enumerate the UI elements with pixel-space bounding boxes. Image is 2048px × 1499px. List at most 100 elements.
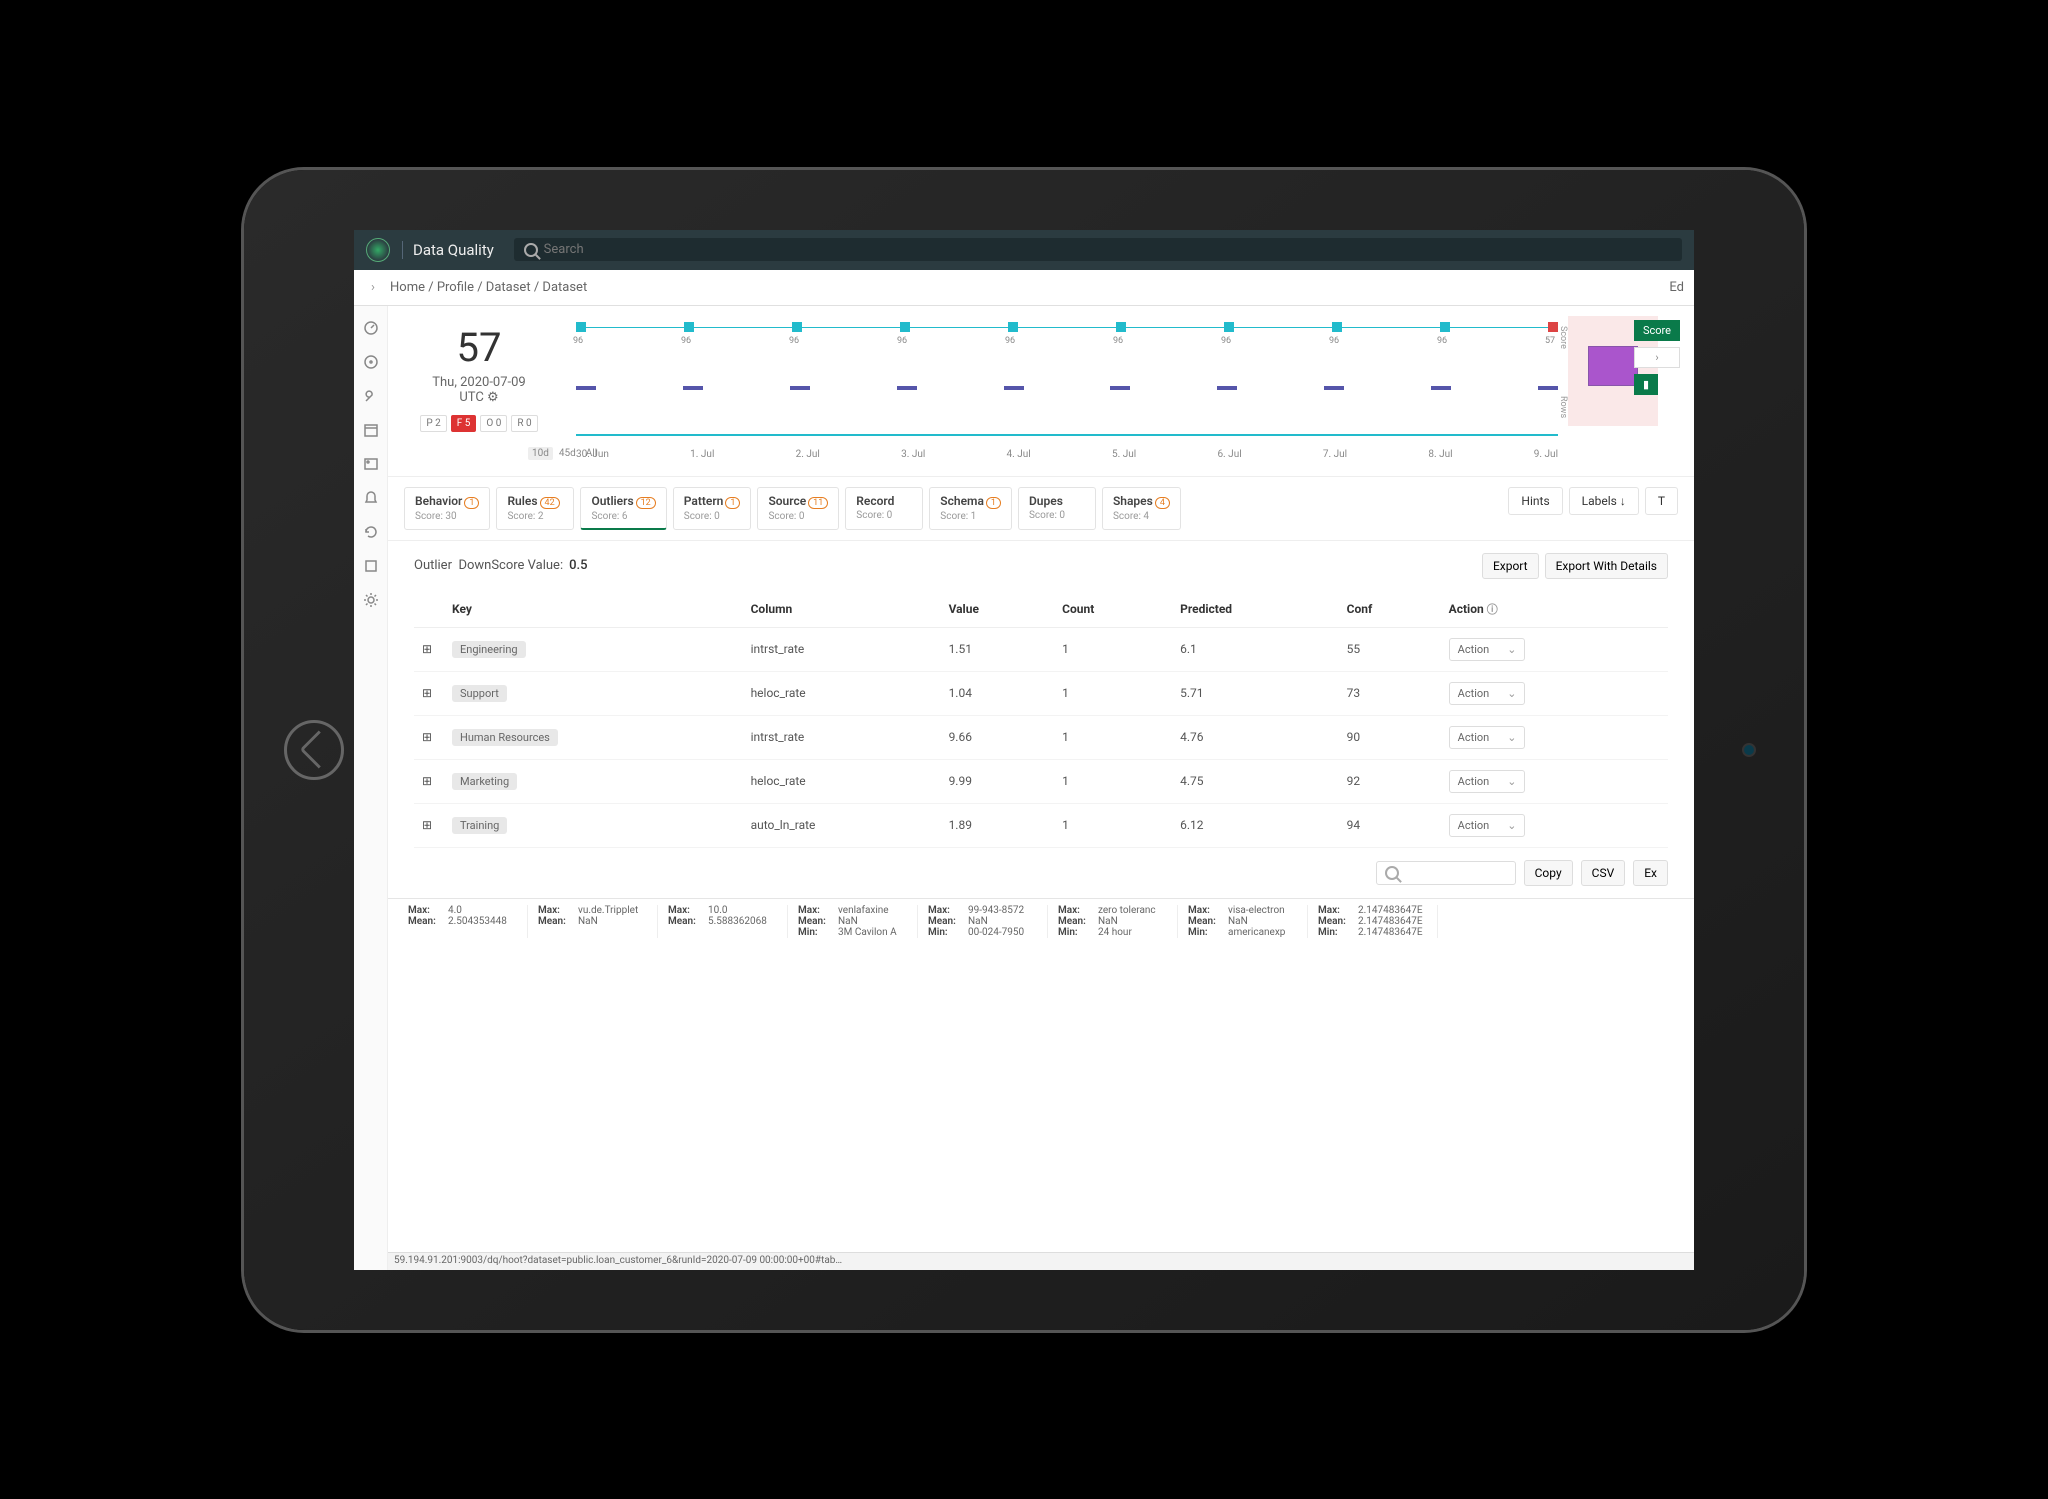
tab-behavior[interactable]: Behavior1 Score: 30 <box>404 487 490 530</box>
metric-tabs: Behavior1 Score: 30 Rules42 Score: 2 Out… <box>388 477 1694 541</box>
filter-p[interactable]: P 2 <box>420 415 446 432</box>
edit-button[interactable]: Ed <box>1669 280 1684 295</box>
score-value: 57 <box>408 324 550 371</box>
app-logo-icon <box>366 238 390 262</box>
col-column[interactable]: Column <box>743 591 941 628</box>
tablet-camera <box>1742 743 1756 757</box>
filter-f[interactable]: F 5 <box>451 415 477 432</box>
row-expand-icon[interactable]: ⊞ <box>414 671 444 715</box>
tab-outliers[interactable]: Outliers12 Score: 6 <box>580 487 666 530</box>
stat-column: Max:99-943-8572Mean:NaNMin:00-024-7950 <box>918 905 1048 938</box>
filter-o[interactable]: O 0 <box>480 415 507 432</box>
chart-x-tick: 9. Jul <box>1534 449 1558 460</box>
action-select[interactable]: Action <box>1449 814 1526 837</box>
nav-dashboard-icon[interactable] <box>363 320 379 336</box>
nav-wrench-icon[interactable] <box>363 388 379 404</box>
export-details-button[interactable]: Export With Details <box>1545 553 1668 579</box>
legend-score[interactable]: Score <box>1634 320 1680 341</box>
row-expand-icon[interactable]: ⊞ <box>414 759 444 803</box>
chart-point[interactable]: 96 <box>1440 322 1450 332</box>
chart-bar <box>897 386 917 390</box>
tab-rules[interactable]: Rules42 Score: 2 <box>496 487 574 530</box>
nav-calendar-icon[interactable] <box>363 422 379 438</box>
copy-button[interactable]: Copy <box>1524 860 1573 886</box>
score-filter-buttons: P 2 F 5 O 0 R 0 <box>408 415 550 432</box>
chart-x-tick: 4. Jul <box>1007 449 1031 460</box>
key-chip[interactable]: Engineering <box>452 641 526 658</box>
chart-ylabel-rows: Rows <box>1558 396 1568 418</box>
tab-dupes[interactable]: Dupes Score: 0 <box>1018 487 1096 530</box>
table-footer: Copy CSV Ex <box>388 848 1694 898</box>
labels-button[interactable]: Labels ↓ <box>1569 487 1639 515</box>
chart-x-tick: 6. Jul <box>1217 449 1241 460</box>
chart-point[interactable]: 96 <box>1116 322 1126 332</box>
score-chart-row: 57 Thu, 2020-07-09 UTC ⚙ P 2 F 5 O 0 R 0… <box>388 306 1694 477</box>
row-expand-icon[interactable]: ⊞ <box>414 715 444 759</box>
row-expand-icon[interactable]: ⊞ <box>414 627 444 671</box>
hints-button[interactable]: Hints <box>1508 487 1562 515</box>
chart-point[interactable]: 57 <box>1548 322 1558 332</box>
table-search[interactable] <box>1376 861 1516 885</box>
nav-image-icon[interactable] <box>363 456 379 472</box>
outlier-table: Key Column Value Count Predicted Conf Ac… <box>388 591 1694 848</box>
action-select[interactable]: Action <box>1449 638 1526 661</box>
legend-rows[interactable]: ▮ <box>1634 374 1658 395</box>
action-select[interactable]: Action <box>1449 682 1526 705</box>
chart-point[interactable]: 96 <box>1008 322 1018 332</box>
key-chip[interactable]: Training <box>452 817 507 834</box>
key-chip[interactable]: Support <box>452 685 507 702</box>
nav-compass-icon[interactable] <box>363 354 379 370</box>
col-action[interactable]: Actionⓘ <box>1441 591 1668 628</box>
chart-point[interactable]: 96 <box>576 322 586 332</box>
breadcrumb[interactable]: Home / Profile / Dataset / Dataset <box>390 280 587 295</box>
table-row: ⊞ Engineering intrst_rate 1.51 1 6.1 55 … <box>414 627 1668 671</box>
chart-range-selector[interactable]: 10d 45d All <box>528 447 601 460</box>
stat-column: Max:4.0Mean:2.504353448 <box>398 905 528 938</box>
chart-point[interactable]: 96 <box>1224 322 1234 332</box>
col-count[interactable]: Count <box>1054 591 1172 628</box>
chart-bar <box>683 386 703 390</box>
app-header: Data Quality <box>354 230 1694 270</box>
timeline-chart[interactable]: 96969696969696969657 Score Rows Score › … <box>566 316 1678 466</box>
csv-button[interactable]: CSV <box>1581 860 1626 886</box>
chart-x-tick: 5. Jul <box>1112 449 1136 460</box>
tab-shapes[interactable]: Shapes4 Score: 4 <box>1102 487 1181 530</box>
more-button[interactable]: T <box>1645 487 1678 515</box>
chart-point[interactable]: 96 <box>684 322 694 332</box>
search-input[interactable] <box>544 242 1672 257</box>
tab-source[interactable]: Source11 Score: 0 <box>757 487 839 530</box>
nav-refresh-icon[interactable] <box>363 524 379 540</box>
chart-bar <box>576 386 596 390</box>
sidebar-toggle-icon[interactable]: › <box>364 280 382 295</box>
nav-gear-icon[interactable] <box>363 592 379 608</box>
legend-expand-icon[interactable]: › <box>1634 347 1680 368</box>
key-chip[interactable]: Human Resources <box>452 729 558 746</box>
filter-r[interactable]: R 0 <box>511 415 537 432</box>
col-key[interactable]: Key <box>444 591 743 628</box>
chart-point[interactable]: 96 <box>1332 322 1342 332</box>
app-title: Data Quality <box>402 241 494 259</box>
export-button[interactable]: Export <box>1482 553 1539 579</box>
excel-button[interactable]: Ex <box>1633 860 1668 886</box>
tablet-home-button[interactable] <box>284 720 344 780</box>
tab-record[interactable]: Record Score: 0 <box>845 487 923 530</box>
chart-bar <box>1538 386 1558 390</box>
nav-box-icon[interactable] <box>363 558 379 574</box>
global-search[interactable] <box>514 238 1682 261</box>
chart-ylabel-score: Score <box>1558 326 1568 349</box>
chart-bar <box>1110 386 1130 390</box>
stat-column: Max:zero tolerancMean:NaNMin:24 hour <box>1048 905 1178 938</box>
col-predicted[interactable]: Predicted <box>1172 591 1339 628</box>
col-value[interactable]: Value <box>941 591 1055 628</box>
chart-point[interactable]: 96 <box>792 322 802 332</box>
action-select[interactable]: Action <box>1449 770 1526 793</box>
col-conf[interactable]: Conf <box>1339 591 1441 628</box>
nav-bell-icon[interactable] <box>363 490 379 506</box>
tab-schema[interactable]: Schema1 Score: 1 <box>929 487 1012 530</box>
chart-point[interactable]: 96 <box>900 322 910 332</box>
tab-pattern[interactable]: Pattern1 Score: 0 <box>673 487 752 530</box>
key-chip[interactable]: Marketing <box>452 773 517 790</box>
table-row: ⊞ Marketing heloc_rate 9.99 1 4.75 92 Ac… <box>414 759 1668 803</box>
row-expand-icon[interactable]: ⊞ <box>414 803 444 847</box>
action-select[interactable]: Action <box>1449 726 1526 749</box>
